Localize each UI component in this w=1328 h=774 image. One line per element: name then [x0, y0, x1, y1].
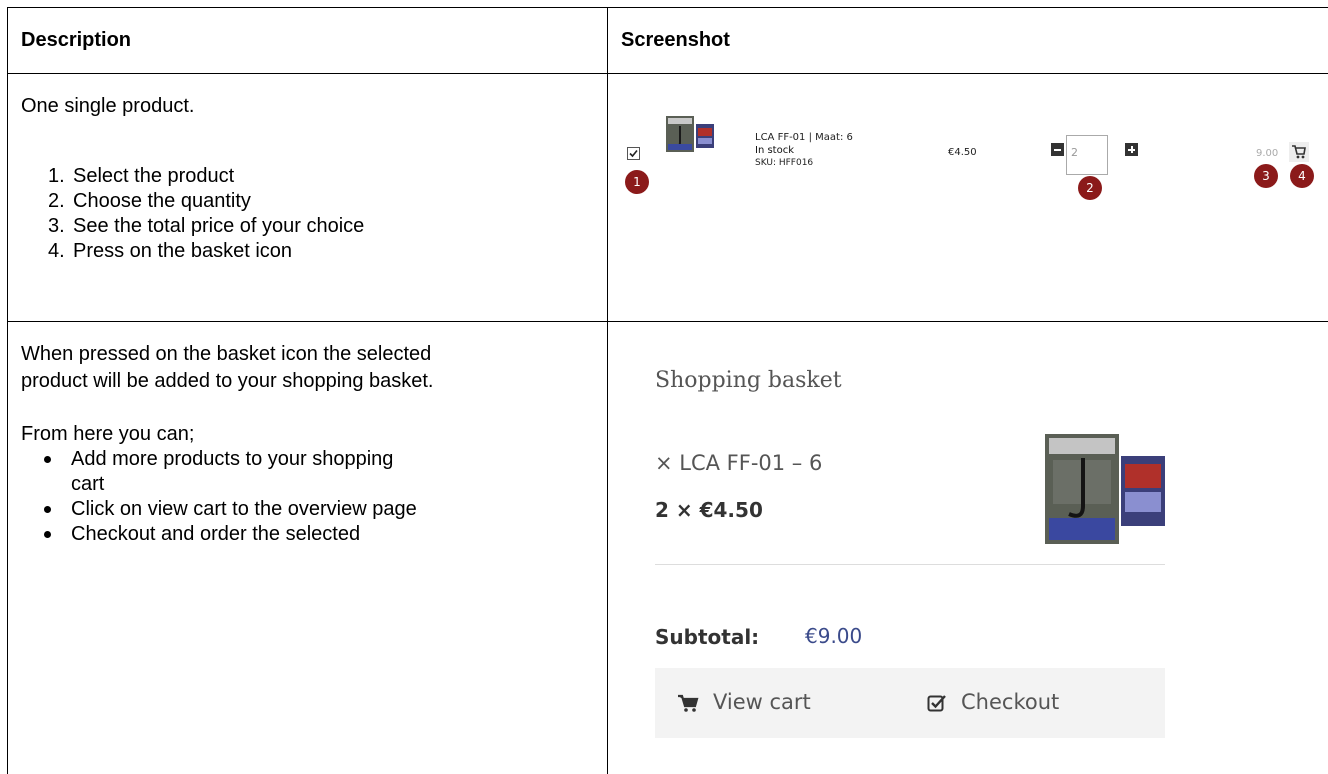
product-thumbnail — [666, 116, 714, 152]
basket-item-qty-price: 2 × €4.50 — [655, 498, 763, 522]
basket-title: Shopping basket — [655, 368, 842, 393]
step-text: See the total price of your choice — [73, 215, 365, 237]
quantity-input[interactable]: 2 — [1066, 135, 1108, 175]
quantity-plus-button[interactable] — [1125, 143, 1138, 156]
quantity-value: 2 — [1071, 146, 1078, 159]
step-number: 4. — [48, 240, 65, 262]
table-top-border — [7, 7, 1328, 8]
step-item: 3. See the total price of your choice — [21, 214, 364, 239]
view-cart-label: View cart — [713, 690, 811, 714]
step-text: Press on the basket icon — [73, 240, 293, 262]
step-text: Choose the quantity — [73, 190, 251, 212]
option-text: Checkout and order the selected — [71, 523, 361, 545]
product-checkbox[interactable] — [627, 147, 640, 160]
step-text: Select the product — [73, 165, 235, 187]
basket-item-name[interactable]: × LCA FF-01 – 6 — [655, 451, 822, 475]
cart-icon — [678, 694, 699, 712]
checkbox-check-icon — [927, 695, 946, 712]
option-item: Click on view cart to the overview page — [21, 497, 417, 522]
badge-3: 3 — [1254, 164, 1278, 188]
badge-1: 1 — [625, 170, 649, 194]
bullet-dot — [44, 506, 51, 513]
badge-4: 4 — [1290, 164, 1314, 188]
row2-line1: When pressed on the basket icon the sele… — [21, 343, 432, 365]
subtotal-label: Subtotal: — [655, 625, 760, 649]
unit-price: €4.50 — [948, 147, 977, 158]
subtotal-value: €9.00 — [805, 624, 863, 648]
product-sku: SKU: HFF016 — [755, 158, 814, 168]
step-number: 1. — [48, 165, 65, 187]
step-number: 2. — [48, 190, 65, 212]
option-text-cont: cart — [71, 473, 105, 495]
bullet-dot — [44, 531, 51, 538]
step-number: 3. — [48, 215, 65, 237]
stock-status: In stock — [755, 145, 795, 156]
row1-intro: One single product. — [21, 95, 195, 117]
line-total: 9.00 — [1256, 148, 1279, 159]
product-name: LCA FF-01 | Maat: 6 — [755, 132, 853, 143]
add-to-basket-button[interactable] — [1289, 142, 1309, 162]
cart-icon — [1292, 145, 1306, 159]
checkout-button[interactable]: Checkout — [927, 690, 1059, 714]
option-item: Add more products to your shopping cart — [21, 447, 417, 497]
header-screenshot: Screenshot — [621, 29, 730, 51]
bullet-dot — [44, 456, 51, 463]
step-item: 4. Press on the basket icon — [21, 239, 364, 264]
row2-from-here: From here you can; — [21, 423, 195, 445]
option-text: Add more products to your shopping — [71, 448, 394, 470]
checkout-label: Checkout — [961, 690, 1060, 714]
basket-divider — [655, 564, 1165, 565]
badge-2: 2 — [1078, 176, 1102, 200]
row2-line2: product will be added to your shopping b… — [21, 370, 434, 392]
header-description: Description — [21, 29, 132, 51]
option-text: Click on view cart to the overview page — [71, 498, 417, 520]
quantity-minus-button[interactable] — [1051, 143, 1064, 156]
header-bottom-border — [7, 73, 1328, 74]
step-item: 1. Select the product — [21, 164, 364, 189]
column-divider — [607, 7, 608, 774]
view-cart-button[interactable]: View cart — [677, 690, 811, 714]
basket-item-thumbnail — [1045, 434, 1165, 544]
options-list: Add more products to your shopping cart C… — [21, 447, 417, 547]
table-left-border — [7, 7, 8, 774]
step-item: 2. Choose the quantity — [21, 189, 364, 214]
row1-bottom-border — [7, 321, 1328, 322]
option-item: Checkout and order the selected — [21, 522, 417, 547]
steps-list: 1. Select the product 2. Choose the quanti… — [21, 164, 364, 264]
